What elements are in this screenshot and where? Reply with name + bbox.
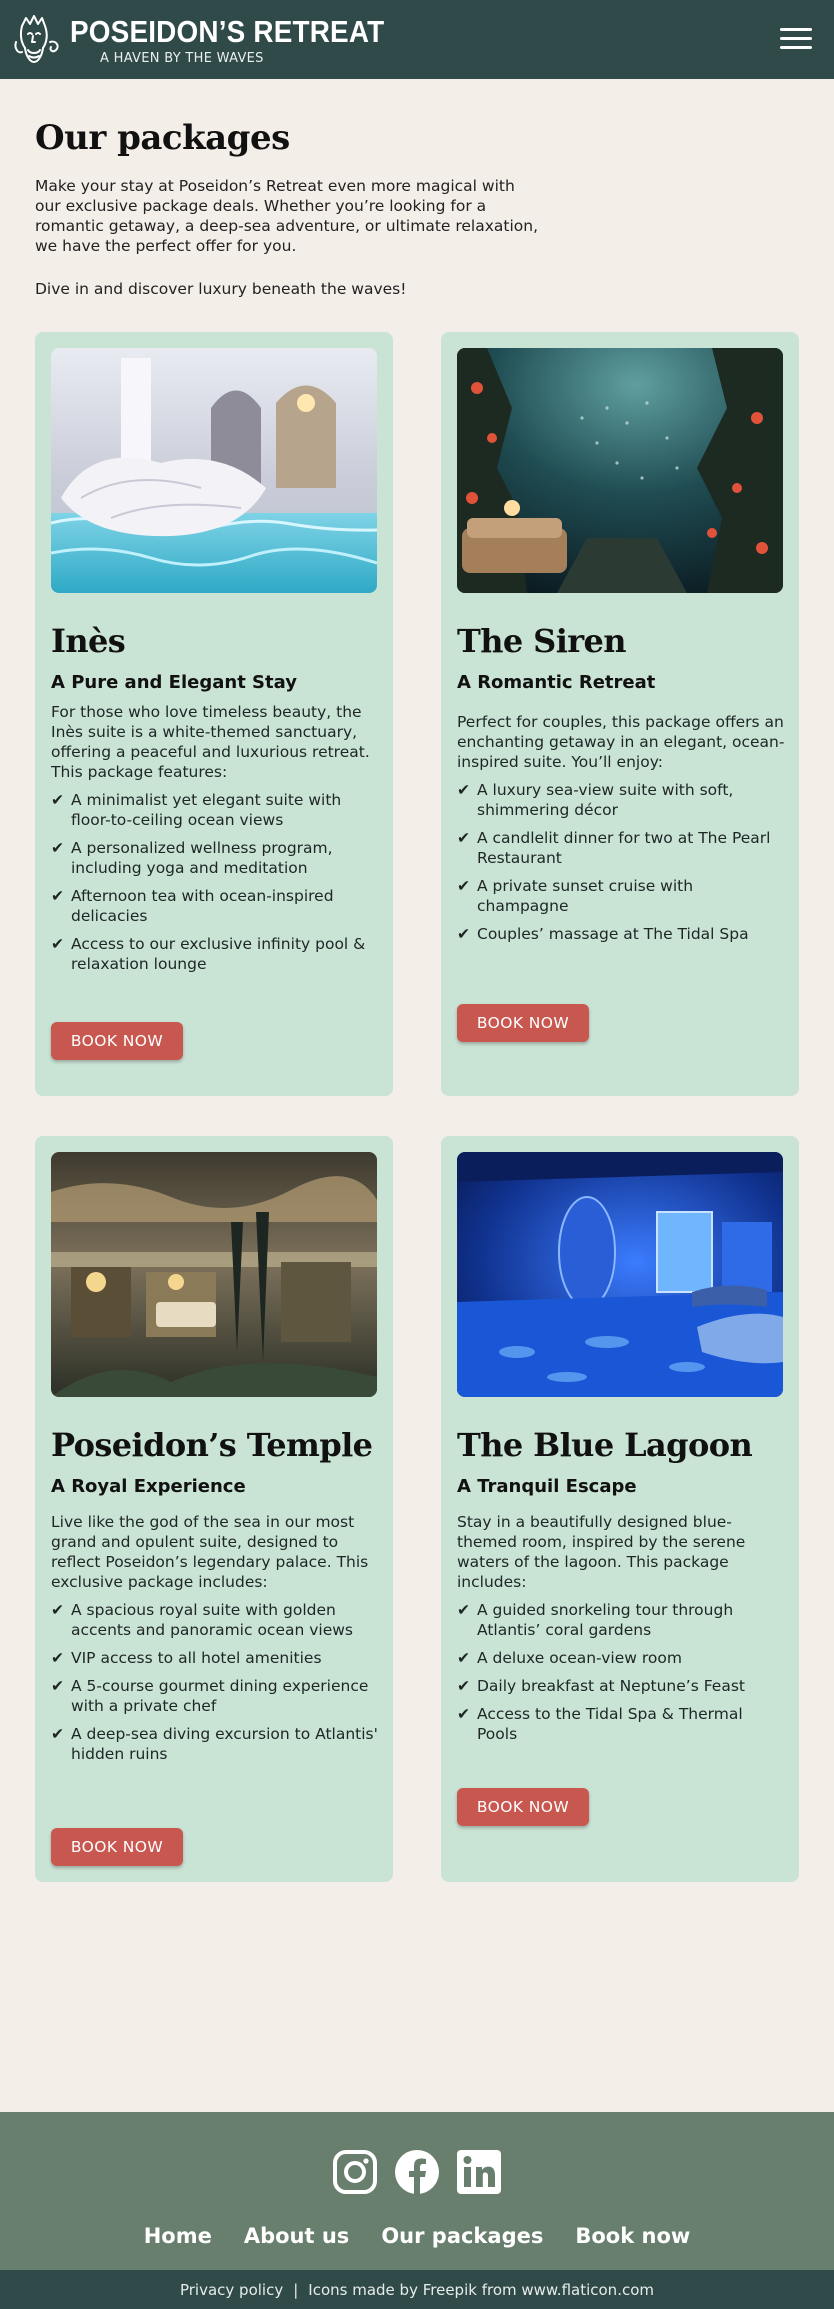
facebook-icon[interactable]	[393, 2148, 441, 2196]
package-description: For those who love timeless beauty, the …	[51, 703, 370, 781]
check-icon: ✔	[457, 1677, 470, 1695]
book-now-button[interactable]: BOOK NOW	[51, 1828, 183, 1866]
check-icon: ✔	[457, 1601, 470, 1619]
package-subtitle: A Pure and Elegant Stay	[51, 672, 297, 693]
feature-item: ✔ A 5-course gourmet dining experience wi…	[51, 1677, 369, 1715]
footer-nav: Home About us Our packages Book now	[0, 2224, 834, 2248]
privacy-policy-link[interactable]: Privacy policy	[180, 2281, 283, 2299]
package-card-ines: Inès A Pure and Elegant Stay For those w…	[35, 332, 393, 1096]
feature-item: ✔ A candlelit dinner for two at The Pearl…	[457, 829, 771, 867]
book-now-button[interactable]: BOOK NOW	[51, 1022, 183, 1060]
package-description: Perfect for couples, this package offers…	[457, 713, 785, 771]
footer-link-book-now[interactable]: Book now	[575, 2224, 690, 2248]
site-footer: Home About us Our packages Book now	[0, 2112, 834, 2270]
check-icon: ✔	[457, 925, 470, 943]
check-icon: ✔	[51, 1601, 64, 1619]
brand-name[interactable]: POSEIDON’S RETREAT	[70, 14, 384, 50]
package-subtitle: A Tranquil Escape	[457, 1476, 637, 1497]
page-title: Our packages	[35, 118, 290, 158]
check-icon: ✔	[457, 781, 470, 799]
footer-link-our-packages[interactable]: Our packages	[381, 2224, 543, 2248]
feature-item: ✔ A luxury sea-view suite with soft, shim…	[457, 781, 734, 819]
linkedin-icon[interactable]	[455, 2148, 503, 2196]
feature-item: ✔ A deep-sea diving excursion to Atlantis…	[51, 1725, 378, 1763]
check-icon: ✔	[51, 1725, 64, 1743]
intro-cta: Dive in and discover luxury beneath the …	[35, 280, 407, 298]
feature-item: ✔ A guided snorkeling tour through Atlant…	[457, 1601, 734, 1639]
bottom-bar: Privacy policy | Icons made by Freepik f…	[0, 2270, 834, 2309]
check-icon: ✔	[51, 839, 64, 857]
package-description: Stay in a beautifully designed blue-them…	[457, 1513, 746, 1591]
package-card-temple: Poseidon’s Temple A Royal Experience Liv…	[35, 1136, 393, 1882]
package-body: For those who love timeless beauty, the …	[51, 702, 381, 974]
package-image-temple	[51, 1152, 377, 1397]
social-links	[0, 2148, 834, 2196]
feature-item: ✔ VIP access to all hotel amenities	[51, 1649, 322, 1667]
feature-item: ✔ A minimalist yet elegant suite with flo…	[51, 791, 342, 829]
book-now-button[interactable]: BOOK NOW	[457, 1004, 589, 1042]
package-image-blue-lagoon	[457, 1152, 783, 1397]
icon-credits: Icons made by Freepik from www.flaticon.…	[308, 2280, 654, 2299]
check-icon: ✔	[457, 1649, 470, 1667]
check-icon: ✔	[51, 1677, 64, 1695]
feature-item: ✔ A personalized wellness program, includ…	[51, 839, 333, 877]
check-icon: ✔	[51, 791, 64, 809]
check-icon: ✔	[457, 829, 470, 847]
feature-list: ✔ A minimalist yet elegant suite with flo…	[51, 790, 381, 974]
hamburger-icon[interactable]	[778, 22, 814, 54]
feature-list: ✔ A luxury sea-view suite with soft, shim…	[457, 780, 787, 944]
feature-item: ✔ Daily breakfast at Neptune’s Feast	[457, 1677, 745, 1695]
footer-link-about-us[interactable]: About us	[244, 2224, 349, 2248]
feature-item: ✔ A deluxe ocean-view room	[457, 1649, 682, 1667]
book-now-button[interactable]: BOOK NOW	[457, 1788, 589, 1826]
feature-item: ✔ A private sunset cruise with champagne	[457, 877, 694, 915]
package-body: Stay in a beautifully designed blue-them…	[457, 1512, 787, 1744]
package-title: The Siren	[457, 622, 627, 660]
check-icon: ✔	[51, 887, 64, 905]
feature-item: ✔ A spacious royal suite with golden acce…	[51, 1601, 353, 1639]
package-body: Live like the god of the sea in our most…	[51, 1512, 381, 1764]
package-subtitle: A Romantic Retreat	[457, 672, 656, 693]
package-card-blue-lagoon: The Blue Lagoon A Tranquil Escape Stay i…	[441, 1136, 799, 1882]
package-subtitle: A Royal Experience	[51, 1476, 246, 1497]
feature-item: ✔ Access to our exclusive infinity pool &…	[51, 935, 366, 973]
package-title: The Blue Lagoon	[457, 1426, 753, 1464]
site-header: POSEIDON’S RETREAT A HAVEN BY THE WAVES	[0, 0, 834, 79]
check-icon: ✔	[457, 1705, 470, 1723]
check-icon: ✔	[457, 877, 470, 895]
intro-text: Make your stay at Poseidon’s Retreat eve…	[35, 177, 539, 255]
feature-item: ✔ Afternoon tea with ocean-inspired delic…	[51, 887, 334, 925]
feature-item: ✔ Access to the Tidal Spa & Thermal Pools	[457, 1705, 743, 1743]
brand-tagline: A HAVEN BY THE WAVES	[100, 51, 264, 66]
package-image-siren	[457, 348, 783, 593]
package-card-siren: The Siren A Romantic Retreat Perfect for…	[441, 332, 799, 1096]
poseidon-head-icon[interactable]	[12, 12, 66, 66]
separator: |	[293, 2280, 299, 2299]
feature-item: ✔ Couples’ massage at The Tidal Spa	[457, 925, 749, 943]
check-icon: ✔	[51, 1649, 64, 1667]
package-image-ines	[51, 348, 377, 593]
package-body: Perfect for couples, this package offers…	[457, 712, 787, 944]
package-title: Inès	[51, 622, 126, 660]
package-description: Live like the god of the sea in our most…	[51, 1513, 369, 1591]
feature-list: ✔ A spacious royal suite with golden acce…	[51, 1600, 381, 1764]
check-icon: ✔	[51, 935, 64, 953]
footer-link-home[interactable]: Home	[144, 2224, 212, 2248]
feature-list: ✔ A guided snorkeling tour through Atlant…	[457, 1600, 787, 1744]
package-title: Poseidon’s Temple	[51, 1426, 373, 1464]
instagram-icon[interactable]	[331, 2148, 379, 2196]
